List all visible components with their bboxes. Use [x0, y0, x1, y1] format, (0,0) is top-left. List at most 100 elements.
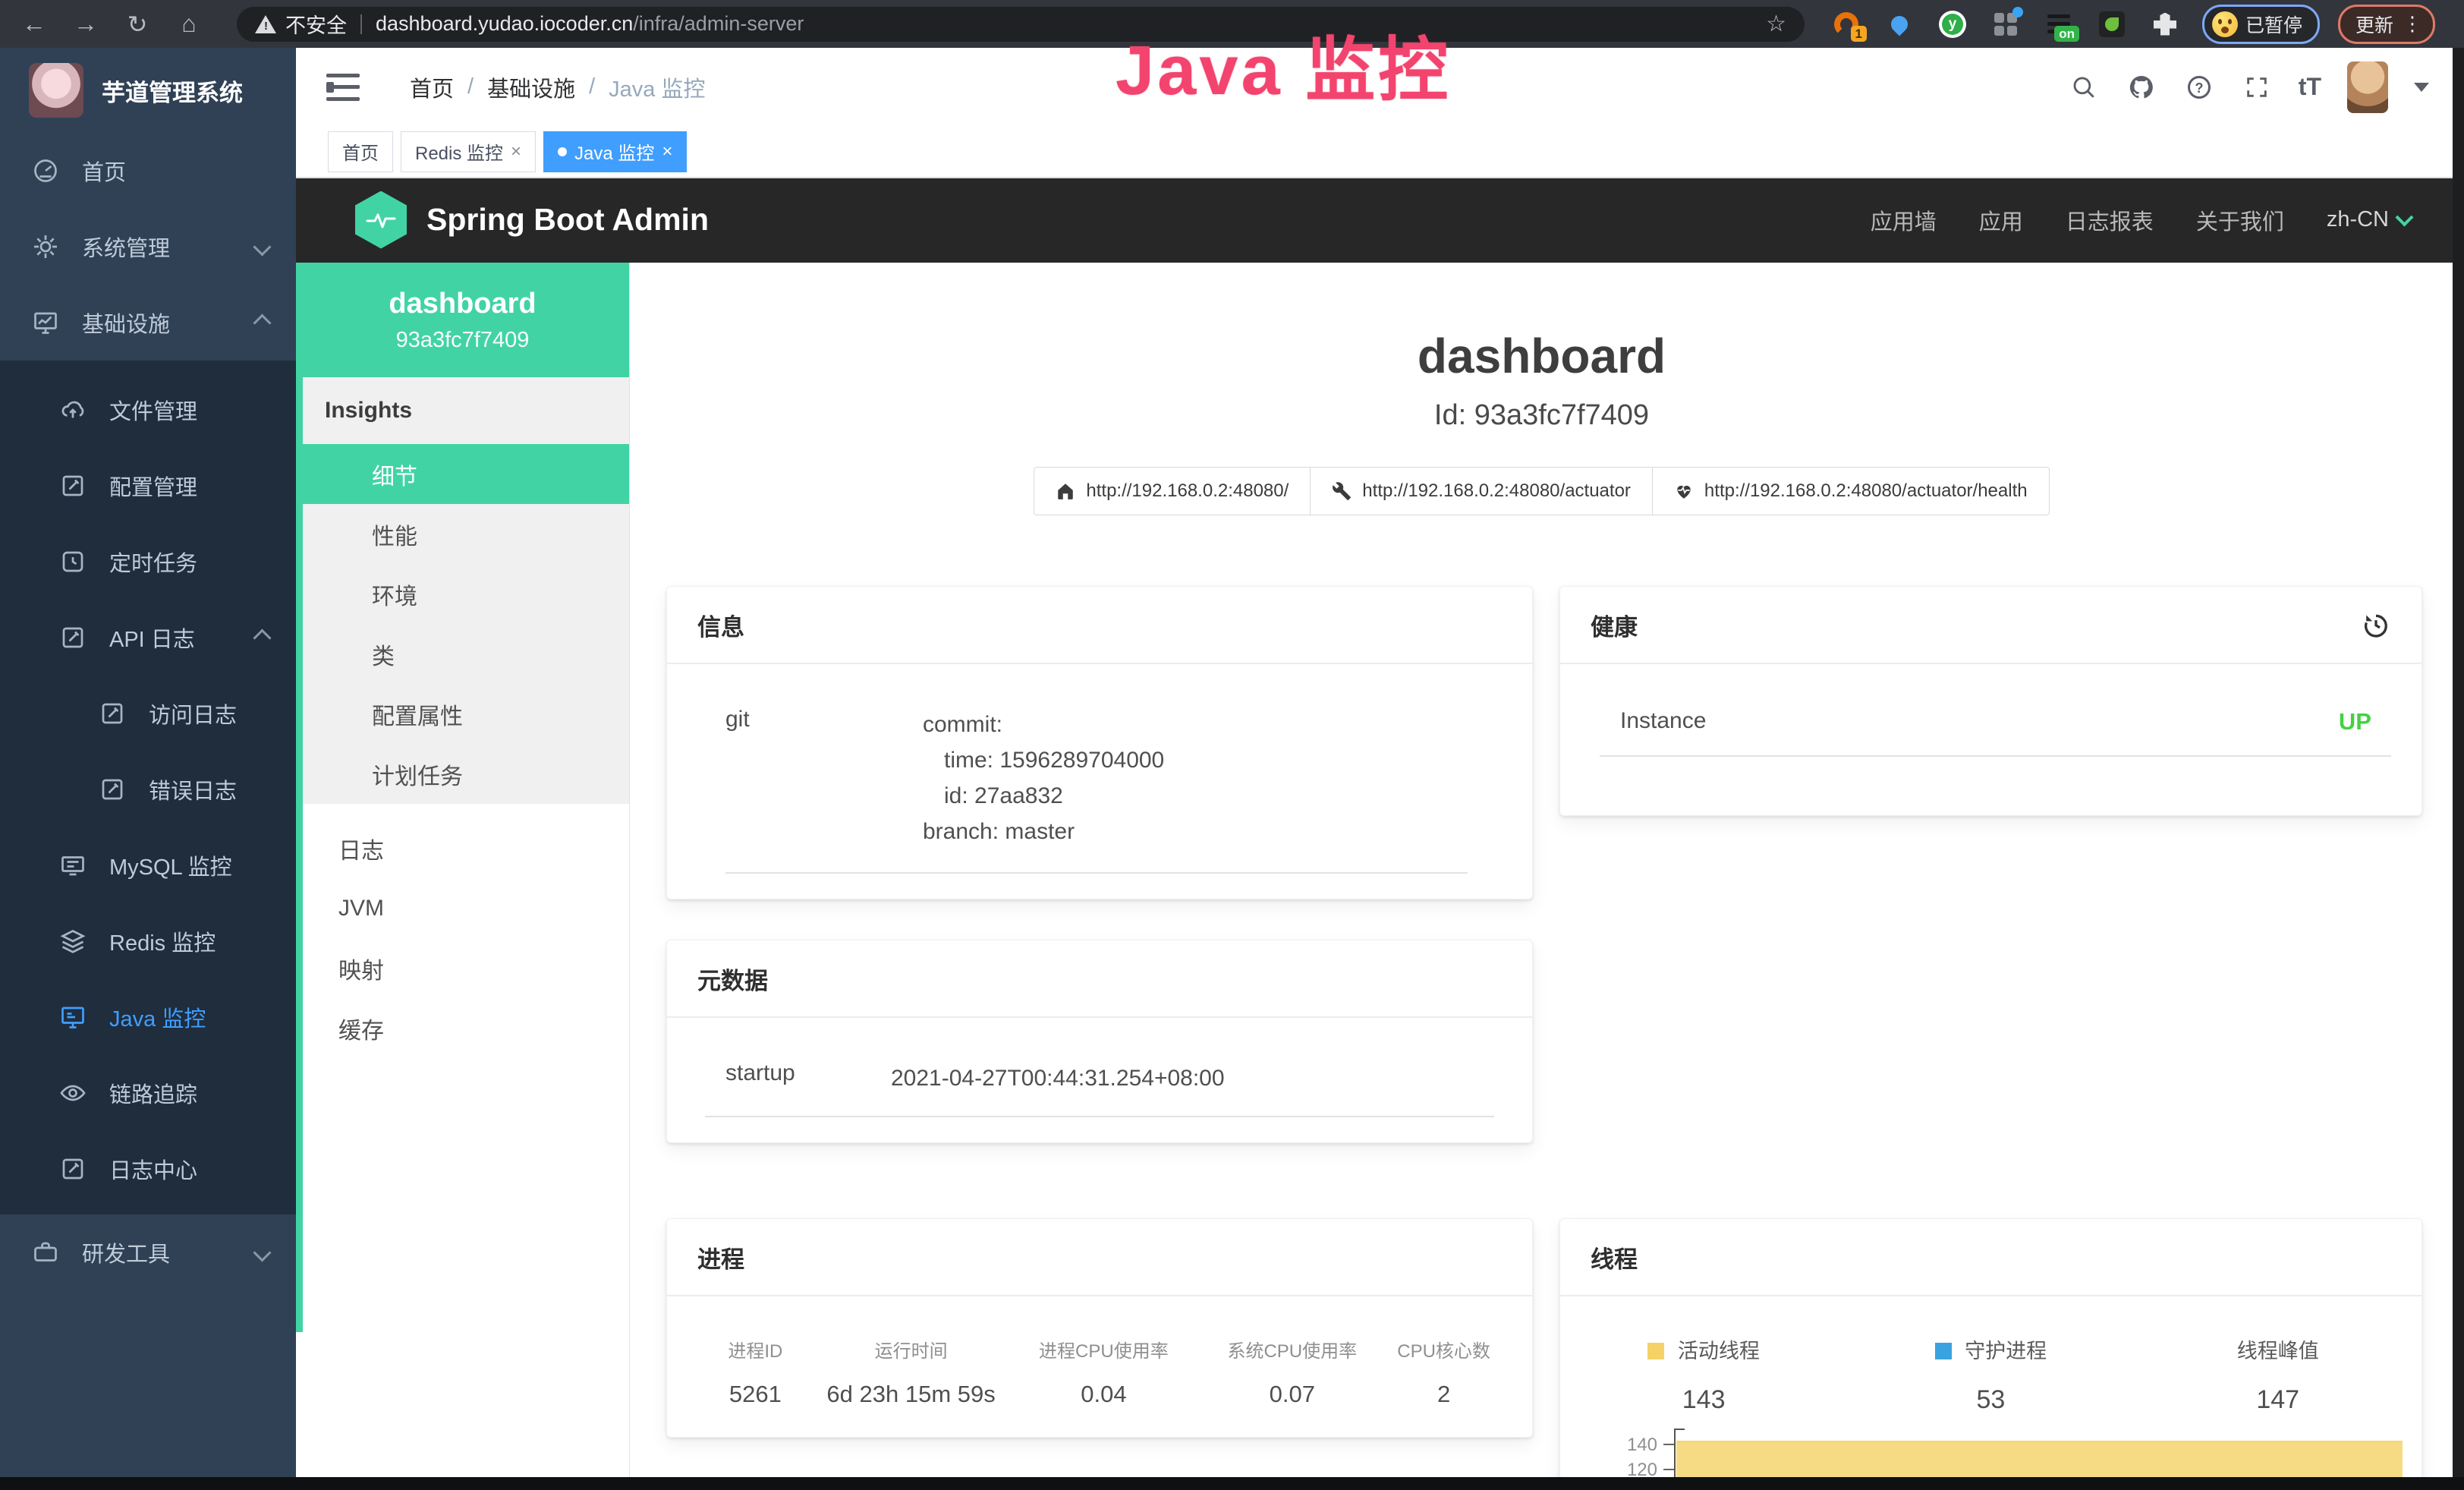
- chevron-down-icon: [253, 238, 271, 256]
- insights-item-metrics[interactable]: 性能: [296, 504, 629, 564]
- service-url-button[interactable]: http://192.168.0.2:48080/: [1034, 467, 1311, 515]
- tab-home[interactable]: 首页: [328, 131, 393, 172]
- insights-item-config-props[interactable]: 配置属性: [296, 684, 629, 744]
- github-icon[interactable]: [2126, 71, 2157, 103]
- java-monitor-icon: [59, 1003, 87, 1031]
- extension-grid-icon[interactable]: [1991, 10, 2020, 39]
- sidebar-item-dev-tools[interactable]: 研发工具: [0, 1214, 296, 1290]
- url-host: dashboard.yudao.iocoder.cn: [376, 12, 633, 36]
- extension-on-icon[interactable]: on: [2044, 10, 2073, 39]
- browser-back-icon[interactable]: ←: [17, 7, 52, 42]
- instance-header: dashboard 93a3fc7f7409: [296, 263, 629, 377]
- sidebar-item-scheduled-tasks[interactable]: 定时任务: [0, 524, 296, 600]
- extensions-row: 1 y on: [1832, 10, 2179, 39]
- sba-nav-journal[interactable]: 日志报表: [2066, 204, 2154, 236]
- insights-item-environment[interactable]: 环境: [296, 564, 629, 624]
- browser-update-button[interactable]: 更新 ⋮: [2338, 5, 2435, 44]
- sba-nav-wallboard[interactable]: 应用墙: [1871, 204, 1937, 236]
- paused-label: 已暂停: [2245, 11, 2302, 38]
- extension-y-icon[interactable]: y: [1938, 10, 1967, 39]
- sidebar-item-mysql-monitor[interactable]: MySQL 监控: [0, 827, 296, 903]
- home-icon: [1056, 481, 1075, 501]
- tab-redis-monitor[interactable]: Redis 监控 ×: [401, 131, 536, 172]
- sba-nav-about[interactable]: 关于我们: [2196, 204, 2284, 236]
- window-bottom-edge: [0, 1477, 2464, 1490]
- extensions-puzzle-icon[interactable]: [2151, 10, 2179, 39]
- sidebar-item-file-management[interactable]: 文件管理: [0, 372, 296, 448]
- active-tab-dot: [558, 147, 567, 156]
- browser-menu-icon[interactable]: ⋮: [2403, 12, 2422, 36]
- app-logo-row[interactable]: 芋道管理系统: [0, 48, 296, 133]
- sidebar-item-caches[interactable]: 缓存: [296, 998, 629, 1058]
- sidebar-item-logs[interactable]: 日志: [296, 818, 629, 878]
- infrastructure-submenu: 文件管理 配置管理 定时任务 API 日志 访: [0, 361, 296, 1214]
- sidebar-item-api-logs[interactable]: API 日志: [0, 600, 296, 676]
- legend-label-daemon: 守护进程: [1965, 1340, 2047, 1362]
- breadcrumb-home[interactable]: 首页: [410, 71, 454, 103]
- extension-pin-icon[interactable]: [1885, 10, 1914, 39]
- insights-item-scheduled-tasks[interactable]: 计划任务: [296, 744, 629, 804]
- sba-locale-select[interactable]: zh-CN: [2327, 207, 2411, 232]
- search-icon[interactable]: [2068, 71, 2100, 103]
- sidebar-item-home[interactable]: 首页: [0, 133, 296, 209]
- browser-forward-icon[interactable]: →: [68, 7, 103, 42]
- sidebar-item-infrastructure[interactable]: 基础设施: [0, 285, 296, 361]
- sba-brand-title[interactable]: Spring Boot Admin: [426, 202, 709, 238]
- user-avatar[interactable]: [2347, 61, 2388, 113]
- help-icon[interactable]: ?: [2183, 71, 2215, 103]
- tab-java-monitor[interactable]: Java 监控 ×: [543, 131, 687, 172]
- y-axis-tick: [1663, 1469, 1674, 1470]
- sidebar-item-mappings[interactable]: 映射: [296, 938, 629, 998]
- insecure-warning-icon: !: [255, 15, 276, 33]
- info-card: 信息 git commit: time: 1596289704000 id: 2…: [666, 586, 1533, 899]
- browser-home-icon[interactable]: ⌂: [172, 7, 206, 42]
- sidebar-item-system[interactable]: 系统管理: [0, 209, 296, 285]
- text-size-icon[interactable]: tT: [2299, 73, 2321, 101]
- sidebar-item-java-monitor[interactable]: Java 监控: [0, 979, 296, 1055]
- screen: ← → ↻ ⌂ ! 不安全 dashboard.yudao.iocoder.cn…: [0, 0, 2464, 1490]
- browser-reload-icon[interactable]: ↻: [120, 7, 155, 42]
- avatar-caret-icon[interactable]: [2414, 83, 2429, 92]
- profile-paused-chip[interactable]: 已暂停: [2202, 5, 2320, 44]
- info-git-row: git commit: time: 1596289704000 id: 27aa…: [667, 707, 1532, 849]
- sidebar-item-log-center[interactable]: 日志中心: [0, 1131, 296, 1207]
- wrench-icon: [1332, 481, 1352, 501]
- layers-icon: [59, 928, 87, 955]
- eye-icon: [59, 1079, 87, 1107]
- breadcrumb: 首页 / 基础设施 / Java 监控: [410, 71, 705, 103]
- bookmark-star-icon[interactable]: ☆: [1766, 11, 1786, 37]
- sidebar-item-jvm[interactable]: JVM: [296, 878, 629, 938]
- sidebar-item-error-logs[interactable]: 错误日志: [0, 751, 296, 827]
- sidebar-toggle-icon[interactable]: [326, 74, 360, 101]
- extension-leaf-icon[interactable]: [2097, 10, 2126, 39]
- breadcrumb-infrastructure[interactable]: 基础设施: [487, 71, 575, 103]
- sidebar-item-access-logs[interactable]: 访问日志: [0, 676, 296, 751]
- instance-url-group: http://192.168.0.2:48080/ http://192.168…: [1034, 467, 2049, 515]
- row-divider: [1600, 755, 2391, 757]
- sidebar-item-config-management[interactable]: 配置管理: [0, 448, 296, 524]
- y-axis-tick: [1663, 1444, 1674, 1445]
- history-icon[interactable]: [2361, 610, 2391, 640]
- sidebar-item-redis-monitor[interactable]: Redis 监控: [0, 903, 296, 979]
- actuator-url-button[interactable]: http://192.168.0.2:48080/actuator: [1310, 467, 1653, 515]
- address-bar[interactable]: ! 不安全 dashboard.yudao.iocoder.cn/infra/a…: [237, 7, 1805, 42]
- sidebar-item-tracing[interactable]: 链路追踪: [0, 1055, 296, 1131]
- sba-nav: 应用墙 应用 日志报表 关于我们 zh-CN: [1871, 204, 2411, 236]
- extension-refresh-icon[interactable]: 1: [1832, 10, 1861, 39]
- threads-card: 线程 活动线程 143 守护进程 53 线程峰值 147 140 120 100: [1559, 1218, 2422, 1490]
- window-right-edge: [2453, 48, 2464, 1477]
- cloud-upload-icon: [59, 396, 87, 424]
- url-path: /infra/admin-server: [633, 12, 804, 36]
- insights-item-classes[interactable]: 类: [296, 624, 629, 684]
- close-icon[interactable]: ×: [511, 141, 521, 162]
- health-url-button[interactable]: http://192.168.0.2:48080/actuator/health: [1652, 467, 2050, 515]
- instance-id: 93a3fc7f7409: [396, 328, 530, 353]
- close-icon[interactable]: ×: [662, 141, 672, 162]
- legend-value-live: 143: [1560, 1385, 1847, 1415]
- insights-item-details[interactable]: 细节: [296, 444, 629, 504]
- sba-nav-applications[interactable]: 应用: [1979, 204, 2023, 236]
- header-actions: ? tT: [2068, 61, 2429, 113]
- y-axis-cap: [1674, 1429, 1685, 1430]
- fullscreen-icon[interactable]: [2241, 71, 2273, 103]
- process-card-title: 进程: [697, 1240, 744, 1274]
